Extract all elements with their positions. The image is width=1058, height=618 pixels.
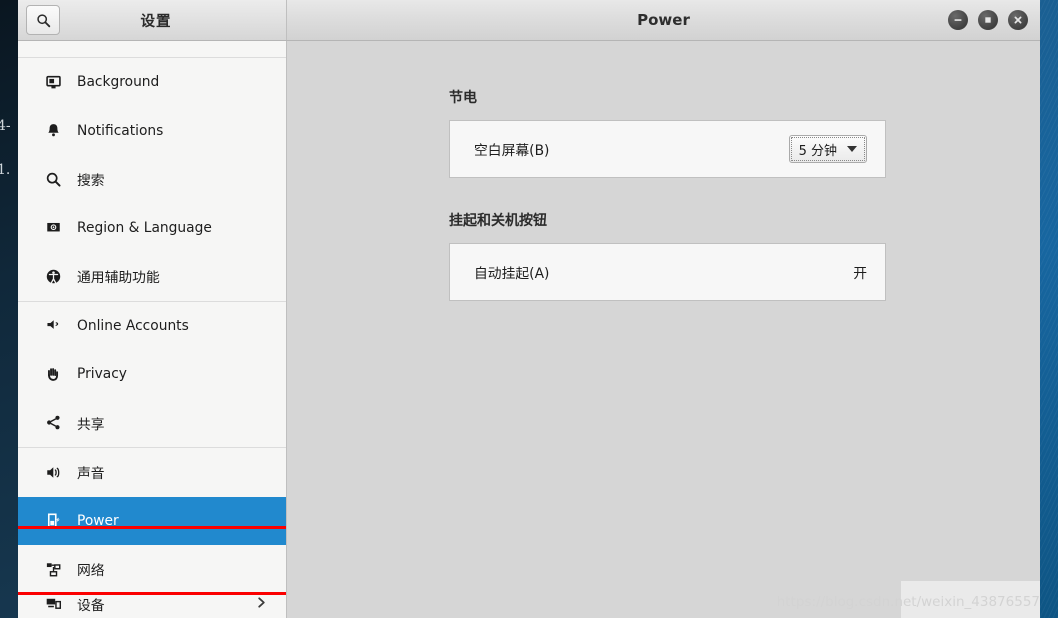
sidebar-item-label: Region & Language	[77, 219, 212, 236]
display-icon	[41, 41, 65, 42]
chevron-right-icon	[255, 594, 268, 613]
sidebar-item-sound[interactable]: 声音	[18, 448, 286, 497]
settings-title: 设置	[140, 13, 172, 30]
sidebar-item-network[interactable]: 网络	[18, 545, 286, 594]
sidebar-item-label: Background	[77, 74, 160, 91]
sidebar-item-label: 共享	[77, 416, 105, 433]
accessibility-icon	[41, 268, 65, 285]
search-button[interactable]	[26, 5, 60, 35]
sidebar-item-region-language[interactable]: Region & Language	[18, 204, 286, 253]
sidebar-item-online-accounts[interactable]: Online Accounts	[18, 302, 286, 351]
blank-screen-label: 空白屏幕(B)	[474, 143, 550, 159]
watermark-text: https://blog.csdn.net/weixin_43876557	[776, 594, 1040, 610]
maximize-button[interactable]	[978, 10, 998, 30]
flag-language-icon	[41, 219, 65, 236]
desktop-text-fragment: 4-	[0, 118, 11, 134]
speaker-icon	[41, 464, 65, 481]
sidebar-item-power[interactable]: Power	[18, 496, 286, 545]
minimize-icon	[954, 19, 962, 21]
desktop-background-left: 4- 1.	[0, 0, 18, 618]
settings-window: 设置 Power Background Notifications 搜索 Reg…	[18, 0, 1040, 618]
sidebar-item-label: 通用辅助功能	[77, 270, 160, 287]
sidebar-item-label: 网络	[77, 563, 105, 580]
sidebar-item-label: 声音	[77, 466, 105, 483]
sidebar-item-label: Online Accounts	[77, 317, 189, 334]
sidebar-item-background[interactable]: Background	[18, 58, 286, 107]
sidebar-item-notifications[interactable]: Notifications	[18, 107, 286, 156]
section-heading-suspend-power-button: 挂起和关机按钮	[449, 213, 547, 229]
network-icon	[41, 561, 65, 578]
sidebar-item-search[interactable]: 搜索	[18, 155, 286, 204]
search-icon	[41, 171, 65, 188]
search-icon	[36, 13, 50, 27]
power-saving-card: 空白屏幕(B) 5 分钟	[449, 120, 886, 178]
sidebar-item-display-clipped[interactable]: 显示	[18, 41, 286, 57]
automatic-suspend-row[interactable]: 自动挂起(A) 开	[450, 244, 885, 300]
close-icon	[1014, 16, 1022, 24]
window-body: 显示 Background	[18, 41, 1040, 618]
sidebar-item-label: Notifications	[77, 122, 164, 139]
desktop-text-fragment: 1.	[0, 162, 11, 178]
chevron-down-icon	[847, 146, 857, 152]
hand-privacy-icon	[41, 366, 65, 383]
sidebar-item-devices-clipped[interactable]: 设备	[18, 594, 286, 616]
bell-icon	[41, 122, 65, 139]
online-accounts-icon	[41, 317, 65, 334]
sidebar-item-privacy[interactable]: Privacy	[18, 350, 286, 399]
suspend-card: 自动挂起(A) 开	[449, 243, 886, 301]
window-titlebar: 设置 Power	[18, 0, 1040, 41]
maximize-icon	[985, 17, 991, 23]
monitor-picture-icon	[41, 74, 65, 91]
blank-screen-dropdown[interactable]: 5 分钟	[788, 135, 867, 163]
section-heading-power-saving: 节电	[449, 90, 477, 106]
sidebar-item-label: Privacy	[77, 366, 127, 383]
sidebar-item-label: 设备	[77, 597, 105, 614]
sidebar-item-sharing[interactable]: 共享	[18, 399, 286, 448]
devices-icon	[41, 595, 65, 612]
automatic-suspend-label: 自动挂起(A)	[474, 266, 550, 282]
sidebar-item-label: Power	[77, 512, 119, 529]
sidebar-item-label: 搜索	[77, 173, 105, 190]
page-title: Power	[637, 11, 690, 29]
sidebar-item-label: 显示	[77, 41, 105, 43]
window-controls	[948, 10, 1040, 30]
sidebar-item-accessibility[interactable]: 通用辅助功能	[18, 252, 286, 301]
titlebar-sidebar-section: 设置	[18, 0, 287, 40]
blank-screen-row: 空白屏幕(B) 5 分钟	[450, 121, 885, 177]
minimize-button[interactable]	[948, 10, 968, 30]
automatic-suspend-value: 开	[853, 266, 867, 282]
close-button[interactable]	[1008, 10, 1028, 30]
power-settings-content: 节电 空白屏幕(B) 5 分钟 挂起和关机按钮 自动挂起(A) 开 https:…	[287, 41, 1040, 618]
titlebar-content-section: Power	[287, 0, 1040, 40]
blank-screen-value: 5 分钟	[798, 143, 837, 159]
share-icon	[41, 414, 65, 431]
settings-sidebar: 显示 Background	[18, 41, 287, 618]
battery-power-icon	[41, 512, 65, 529]
